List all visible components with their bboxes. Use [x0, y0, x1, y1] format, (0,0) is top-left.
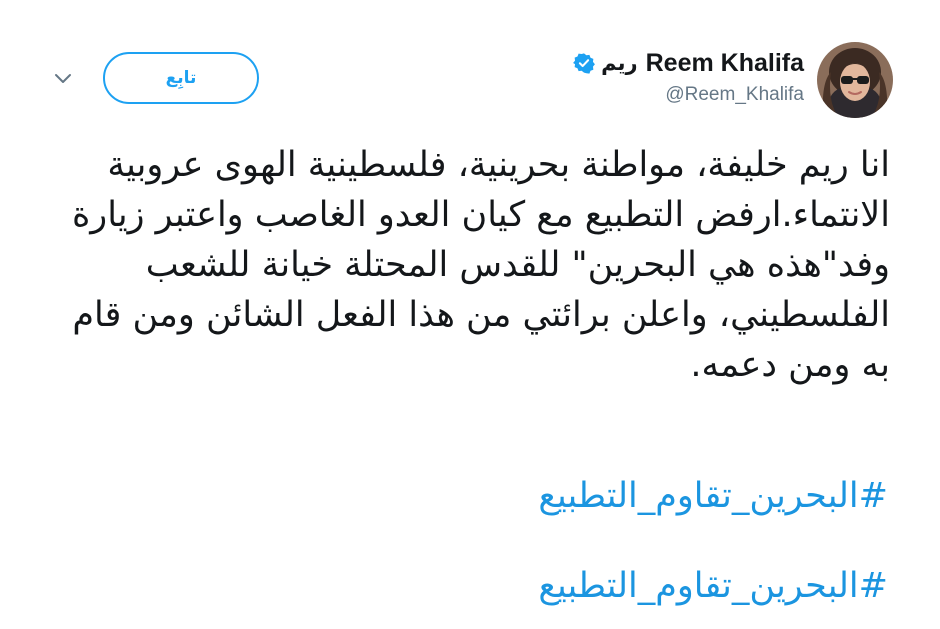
- follow-button[interactable]: تابِع: [103, 52, 259, 104]
- verified-badge-icon: [573, 52, 596, 74]
- author-display-name[interactable]: Reem Khalifa: [646, 49, 804, 78]
- chevron-down-icon[interactable]: [50, 66, 76, 92]
- hashtag-link[interactable]: #البحرين_تقاوم_التطبيع: [538, 476, 888, 516]
- author-name-row[interactable]: ريم Reem Khalifa: [573, 45, 804, 81]
- author-display-name-arabic[interactable]: ريم: [601, 51, 637, 75]
- tweet-card: تابِع ريم Reem Khalifa @Reem_Khalifa انا…: [0, 0, 940, 629]
- tweet-body: انا ريم خليفة، مواطنة بحرينية، فلسطينية …: [71, 145, 890, 385]
- hashtag-link[interactable]: #البحرين_تقاوم_التطبيع: [538, 566, 888, 606]
- profile-avatar[interactable]: [817, 42, 893, 118]
- tweet-text: انا ريم خليفة، مواطنة بحرينية، فلسطينية …: [60, 140, 890, 390]
- author-handle[interactable]: @Reem_Khalifa: [665, 84, 804, 106]
